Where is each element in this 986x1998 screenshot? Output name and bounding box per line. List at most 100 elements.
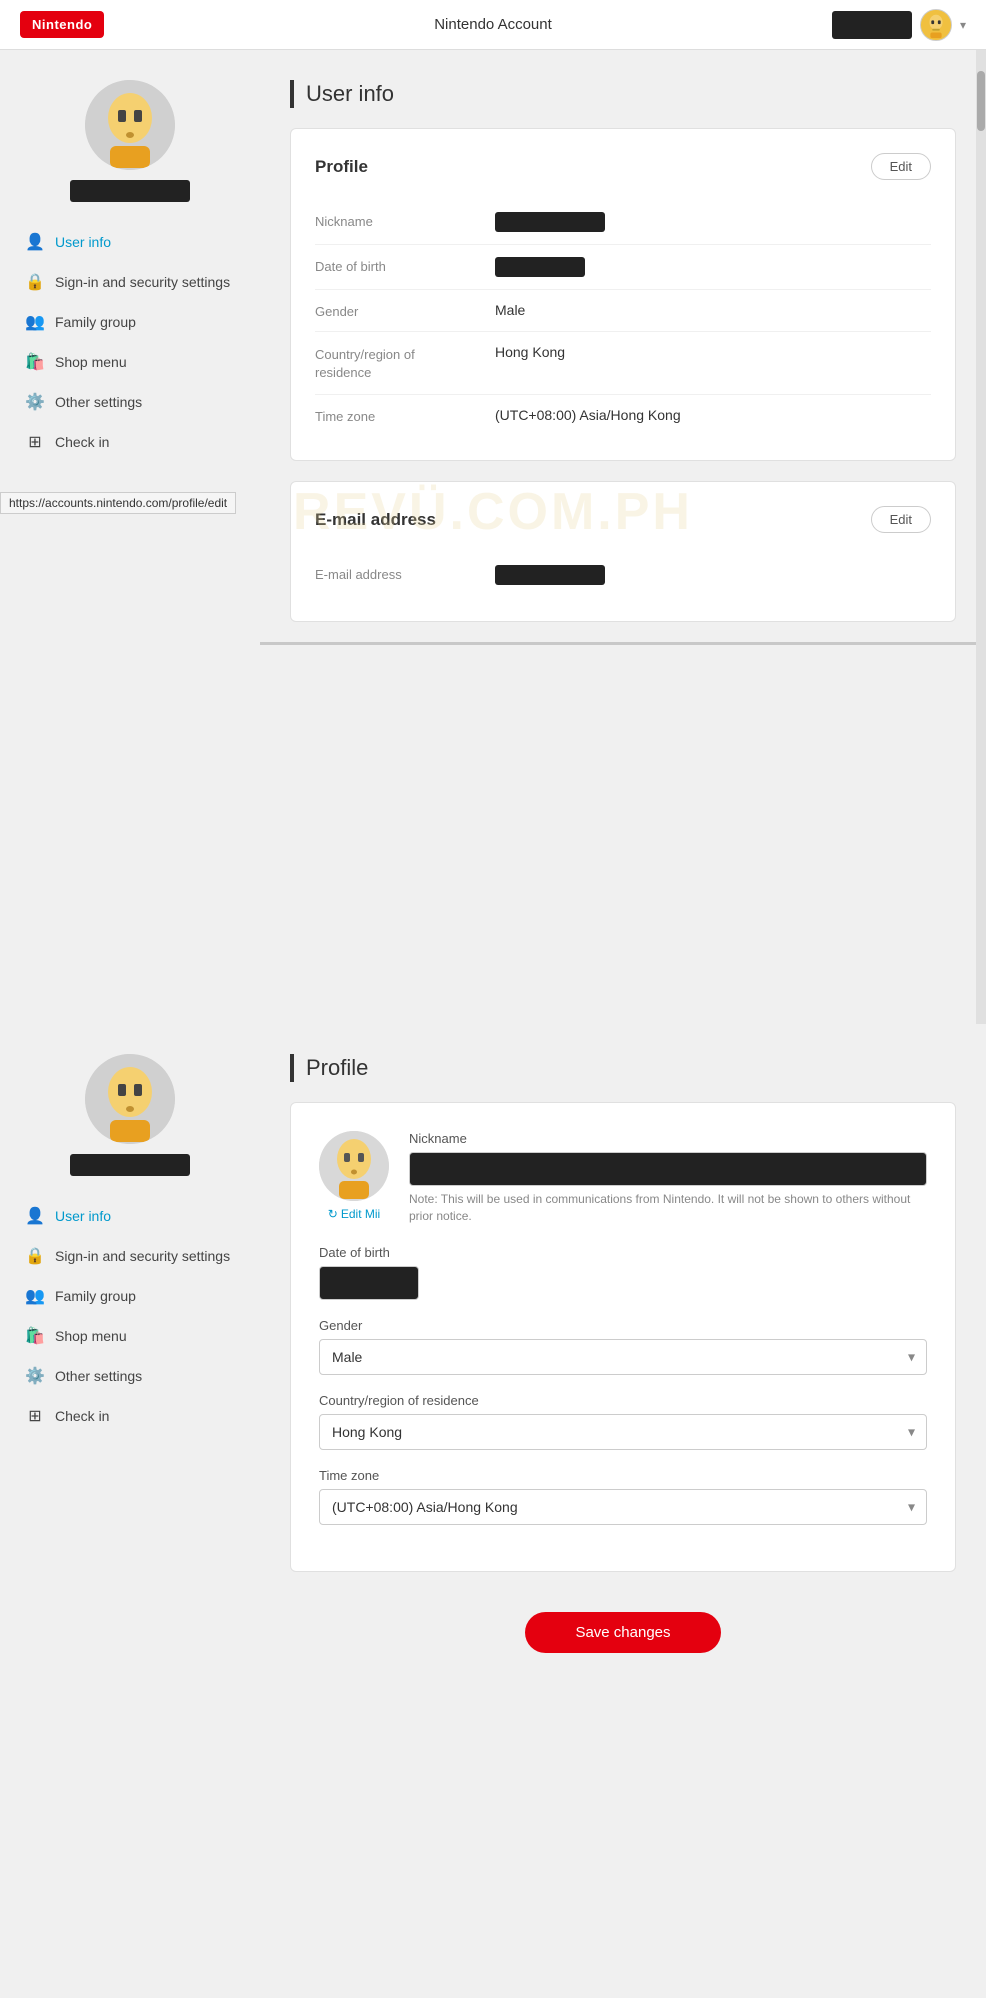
sidebar-label-other-2: Other settings — [55, 1368, 142, 1384]
sidebar-item-checkin-2[interactable]: ⊞ Check in — [20, 1396, 240, 1436]
sidebar-item-checkin[interactable]: ⊞ Check in — [20, 422, 240, 462]
page-title: User info — [290, 80, 956, 108]
sidebar-item-family-2[interactable]: 👥 Family group — [20, 1276, 240, 1316]
field-value-nickname — [495, 212, 605, 232]
email-card-header: E-mail address Edit — [315, 506, 931, 533]
profile-card-title: Profile — [315, 157, 368, 177]
field-label-nickname: Nickname — [315, 212, 475, 229]
sidebar-item-other-2[interactable]: ⚙️ Other settings — [20, 1356, 240, 1396]
scrollbar[interactable] — [976, 50, 986, 1024]
sidebar-item-shop-2[interactable]: 🛍️ Shop menu — [20, 1316, 240, 1356]
header-avatar[interactable] — [920, 9, 952, 41]
nintendo-logo[interactable]: Nintendo — [20, 11, 104, 38]
sidebar-username-redacted — [70, 180, 190, 202]
save-changes-button[interactable]: Save changes — [525, 1612, 720, 1653]
timezone-section: Time zone (UTC+08:00) Asia/Hong Kong ▾ — [319, 1468, 927, 1525]
email-card: E-mail address Edit E-mail address — [290, 481, 956, 622]
mii-edit-circle — [319, 1131, 389, 1201]
edit-mii-link[interactable]: ↻ Edit Mii — [328, 1207, 380, 1221]
page-wrap: 👤 User info 🔒 Sign-in and security setti… — [0, 50, 986, 1024]
field-value-timezone: (UTC+08:00) Asia/Hong Kong — [495, 407, 681, 423]
country-section: Country/region of residence Hong Kong ▾ — [319, 1393, 927, 1450]
checkin-icon-2: ⊞ — [25, 1406, 45, 1426]
user-icon: 👤 — [25, 232, 45, 252]
field-label-gender: Gender — [315, 302, 475, 319]
country-select-wrap: Hong Kong ▾ — [319, 1414, 927, 1450]
edit-mii-label: Edit Mii — [341, 1207, 380, 1221]
sidebar-label-shop-2: Shop menu — [55, 1328, 127, 1344]
sidebar-item-other[interactable]: ⚙️ Other settings — [20, 382, 240, 422]
nickname-label: Nickname — [409, 1131, 927, 1146]
main-content: User info Profile Edit Nickname Date of … — [260, 50, 986, 1024]
profile-edit-top: ↻ Edit Mii Nickname Note: This will be u… — [319, 1131, 927, 1225]
field-country: Country/region ofresidence Hong Kong — [315, 332, 931, 395]
sidebar-item-shop[interactable]: 🛍️ Shop menu — [20, 342, 240, 382]
gender-select[interactable]: Male Female I prefer not to say — [319, 1339, 927, 1375]
url-tooltip: https://accounts.nintendo.com/profile/ed… — [0, 492, 236, 514]
nickname-note: Note: This will be used in communication… — [409, 1191, 927, 1225]
sidebar-top: 👤 User info 🔒 Sign-in and security setti… — [0, 50, 260, 1024]
family-icon-2: 👥 — [25, 1286, 45, 1306]
header-right: ▾ — [832, 9, 966, 41]
field-label-dob: Date of birth — [315, 257, 475, 274]
scrollbar-thumb[interactable] — [977, 71, 985, 131]
sidebar-label-checkin: Check in — [55, 434, 109, 450]
nickname-input[interactable] — [409, 1152, 927, 1186]
sidebar-nav-bottom: 👤 User info 🔒 Sign-in and security setti… — [20, 1196, 240, 1436]
field-dob: Date of birth — [315, 245, 931, 290]
sidebar-avatar-circle — [85, 80, 175, 170]
email-edit-button[interactable]: Edit — [871, 506, 931, 533]
profile-edit-title: Profile — [290, 1054, 956, 1082]
sidebar-item-sign-in[interactable]: 🔒 Sign-in and security settings — [20, 262, 240, 302]
dob-section: Date of birth — [319, 1245, 927, 1300]
header: Nintendo Nintendo Account ▾ — [0, 0, 986, 50]
header-chevron-icon: ▾ — [960, 18, 966, 32]
sidebar-label-sign-in: Sign-in and security settings — [55, 274, 230, 290]
header-title: Nintendo Account — [434, 16, 552, 33]
sidebar-username-redacted-2 — [70, 1154, 190, 1176]
profile-card: Profile Edit Nickname Date of birth Gend… — [290, 128, 956, 461]
dob-input[interactable] — [319, 1266, 419, 1300]
sidebar-label-sign-in-2: Sign-in and security settings — [55, 1248, 230, 1264]
gender-section: Gender Male Female I prefer not to say ▾ — [319, 1318, 927, 1375]
field-value-email — [495, 565, 605, 585]
page-wrap-2: 👤 User info 🔒 Sign-in and security setti… — [0, 1024, 986, 1998]
mii-edit-wrap: ↻ Edit Mii — [319, 1131, 389, 1225]
sidebar-label-family: Family group — [55, 314, 136, 330]
nickname-section: Nickname Note: This will be used in comm… — [409, 1131, 927, 1225]
timezone-select[interactable]: (UTC+08:00) Asia/Hong Kong — [319, 1489, 927, 1525]
sidebar-item-family[interactable]: 👥 Family group — [20, 302, 240, 342]
sidebar-bottom: 👤 User info 🔒 Sign-in and security setti… — [0, 1024, 260, 1998]
save-button-wrap: Save changes — [290, 1592, 956, 1663]
field-value-country: Hong Kong — [495, 344, 565, 360]
shop-icon-2: 🛍️ — [25, 1326, 45, 1346]
country-select[interactable]: Hong Kong — [319, 1414, 927, 1450]
gear-icon-2: ⚙️ — [25, 1366, 45, 1386]
field-timezone: Time zone (UTC+08:00) Asia/Hong Kong — [315, 395, 931, 436]
lock-icon-2: 🔒 — [25, 1246, 45, 1266]
sidebar-item-user-info-2[interactable]: 👤 User info — [20, 1196, 240, 1236]
user-icon-2: 👤 — [25, 1206, 45, 1226]
sidebar-avatar-circle-2 — [85, 1054, 175, 1144]
country-label: Country/region of residence — [319, 1393, 927, 1408]
field-label-country: Country/region ofresidence — [315, 344, 475, 382]
header-username — [832, 11, 912, 39]
sidebar-item-sign-in-2[interactable]: 🔒 Sign-in and security settings — [20, 1236, 240, 1276]
field-value-gender: Male — [495, 302, 525, 318]
field-nickname: Nickname — [315, 200, 931, 245]
family-icon: 👥 — [25, 312, 45, 332]
timezone-select-wrap: (UTC+08:00) Asia/Hong Kong ▾ — [319, 1489, 927, 1525]
sidebar-label-shop: Shop menu — [55, 354, 127, 370]
sidebar-label-user-info: User info — [55, 234, 111, 250]
profile-edit-button[interactable]: Edit — [871, 153, 931, 180]
email-card-title: E-mail address — [315, 510, 436, 530]
sidebar-nav-top: 👤 User info 🔒 Sign-in and security setti… — [20, 222, 240, 462]
gender-select-wrap: Male Female I prefer not to say ▾ — [319, 1339, 927, 1375]
sidebar-label-family-2: Family group — [55, 1288, 136, 1304]
sidebar-avatar-2 — [20, 1054, 240, 1176]
second-half — [290, 645, 956, 675]
profile-edit-card: ↻ Edit Mii Nickname Note: This will be u… — [290, 1102, 956, 1572]
profile-edit-content: Profile — [260, 1024, 986, 1998]
profile-card-header: Profile Edit — [315, 153, 931, 180]
sidebar-item-user-info[interactable]: 👤 User info — [20, 222, 240, 262]
